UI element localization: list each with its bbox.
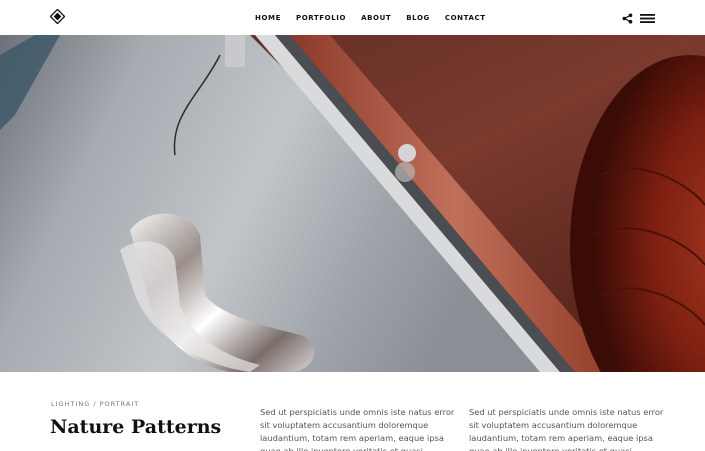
hero-photo bbox=[0, 35, 705, 372]
site-header: HOME PORTFOLIO ABOUT BLOG CONTACT bbox=[0, 0, 705, 35]
hamburger-menu-icon[interactable] bbox=[640, 11, 655, 23]
nav-home[interactable]: HOME bbox=[255, 14, 281, 22]
project-summary: LIGHTING / PORTRAIT Nature Patterns Sed … bbox=[0, 372, 705, 451]
nav-portfolio[interactable]: PORTFOLIO bbox=[296, 14, 346, 22]
nav-contact[interactable]: CONTACT bbox=[445, 14, 486, 22]
nav-about[interactable]: ABOUT bbox=[361, 14, 391, 22]
project-description-1: Sed ut perspiciatis unde omnis iste natu… bbox=[260, 407, 455, 451]
share-icon[interactable] bbox=[622, 11, 633, 24]
main-nav: HOME PORTFOLIO ABOUT BLOG CONTACT bbox=[255, 0, 501, 35]
logo-icon[interactable] bbox=[50, 9, 65, 24]
project-category[interactable]: LIGHTING / PORTRAIT bbox=[51, 400, 139, 408]
project-title: Nature Patterns bbox=[50, 416, 222, 438]
nav-blog[interactable]: BLOG bbox=[406, 14, 430, 22]
hero-image bbox=[0, 35, 705, 372]
project-description-2: Sed ut perspiciatis unde omnis iste natu… bbox=[469, 407, 664, 451]
